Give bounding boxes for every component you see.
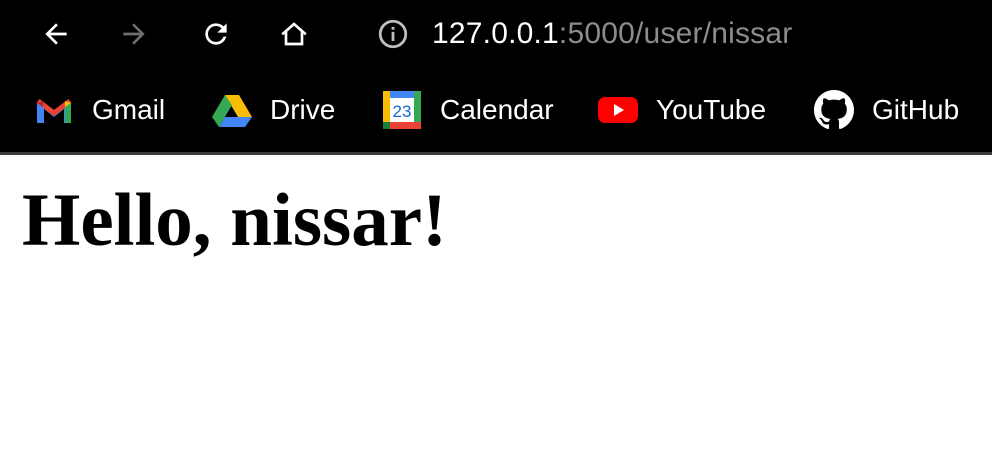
reload-button[interactable] [196,14,236,54]
github-icon [814,90,854,130]
address-bar[interactable]: 127.0.0.1:5000/user/nissar [376,12,792,56]
bookmark-gmail[interactable]: Gmail [34,88,165,132]
bookmark-label: GitHub [872,94,960,125]
chrome-divider [0,152,992,155]
back-button[interactable] [36,14,76,54]
info-icon[interactable] [376,17,410,51]
bookmark-label: YouTube [656,94,767,125]
bookmark-youtube[interactable]: YouTube [598,88,766,132]
drive-icon [212,90,252,130]
url-path: :5000/user/nissar [558,17,793,50]
bookmark-drive[interactable]: Drive [212,88,335,132]
calendar-icon-date: 23 [393,102,412,121]
home-icon [281,22,307,46]
bookmark-label: Drive [270,94,336,125]
bookmark-label: Gmail [92,94,166,125]
gmail-icon [34,90,74,130]
forward-button[interactable] [114,14,154,54]
calendar-icon: 23 [382,90,422,130]
browser-toolbar: 127.0.0.1:5000/user/nissar [0,0,992,68]
bookmarks-bar: Gmail Drive 23 Calendar YouTube GitHub [0,68,992,152]
forward-arrow-icon [123,23,145,45]
back-arrow-icon [45,23,67,45]
bookmark-calendar[interactable]: 23 Calendar [382,88,554,132]
bookmark-github[interactable]: GitHub [814,88,959,132]
page-content: Hello, nissar! [0,183,992,258]
reload-icon [205,23,227,45]
url-host: 127.0.0.1 [432,17,559,50]
page-heading: Hello, nissar! [22,179,447,262]
home-button[interactable] [274,14,314,54]
youtube-icon [598,90,638,130]
browser-chrome: 127.0.0.1:5000/user/nissar Gmail Drive … [0,0,992,155]
bookmark-label: Calendar [440,94,554,125]
